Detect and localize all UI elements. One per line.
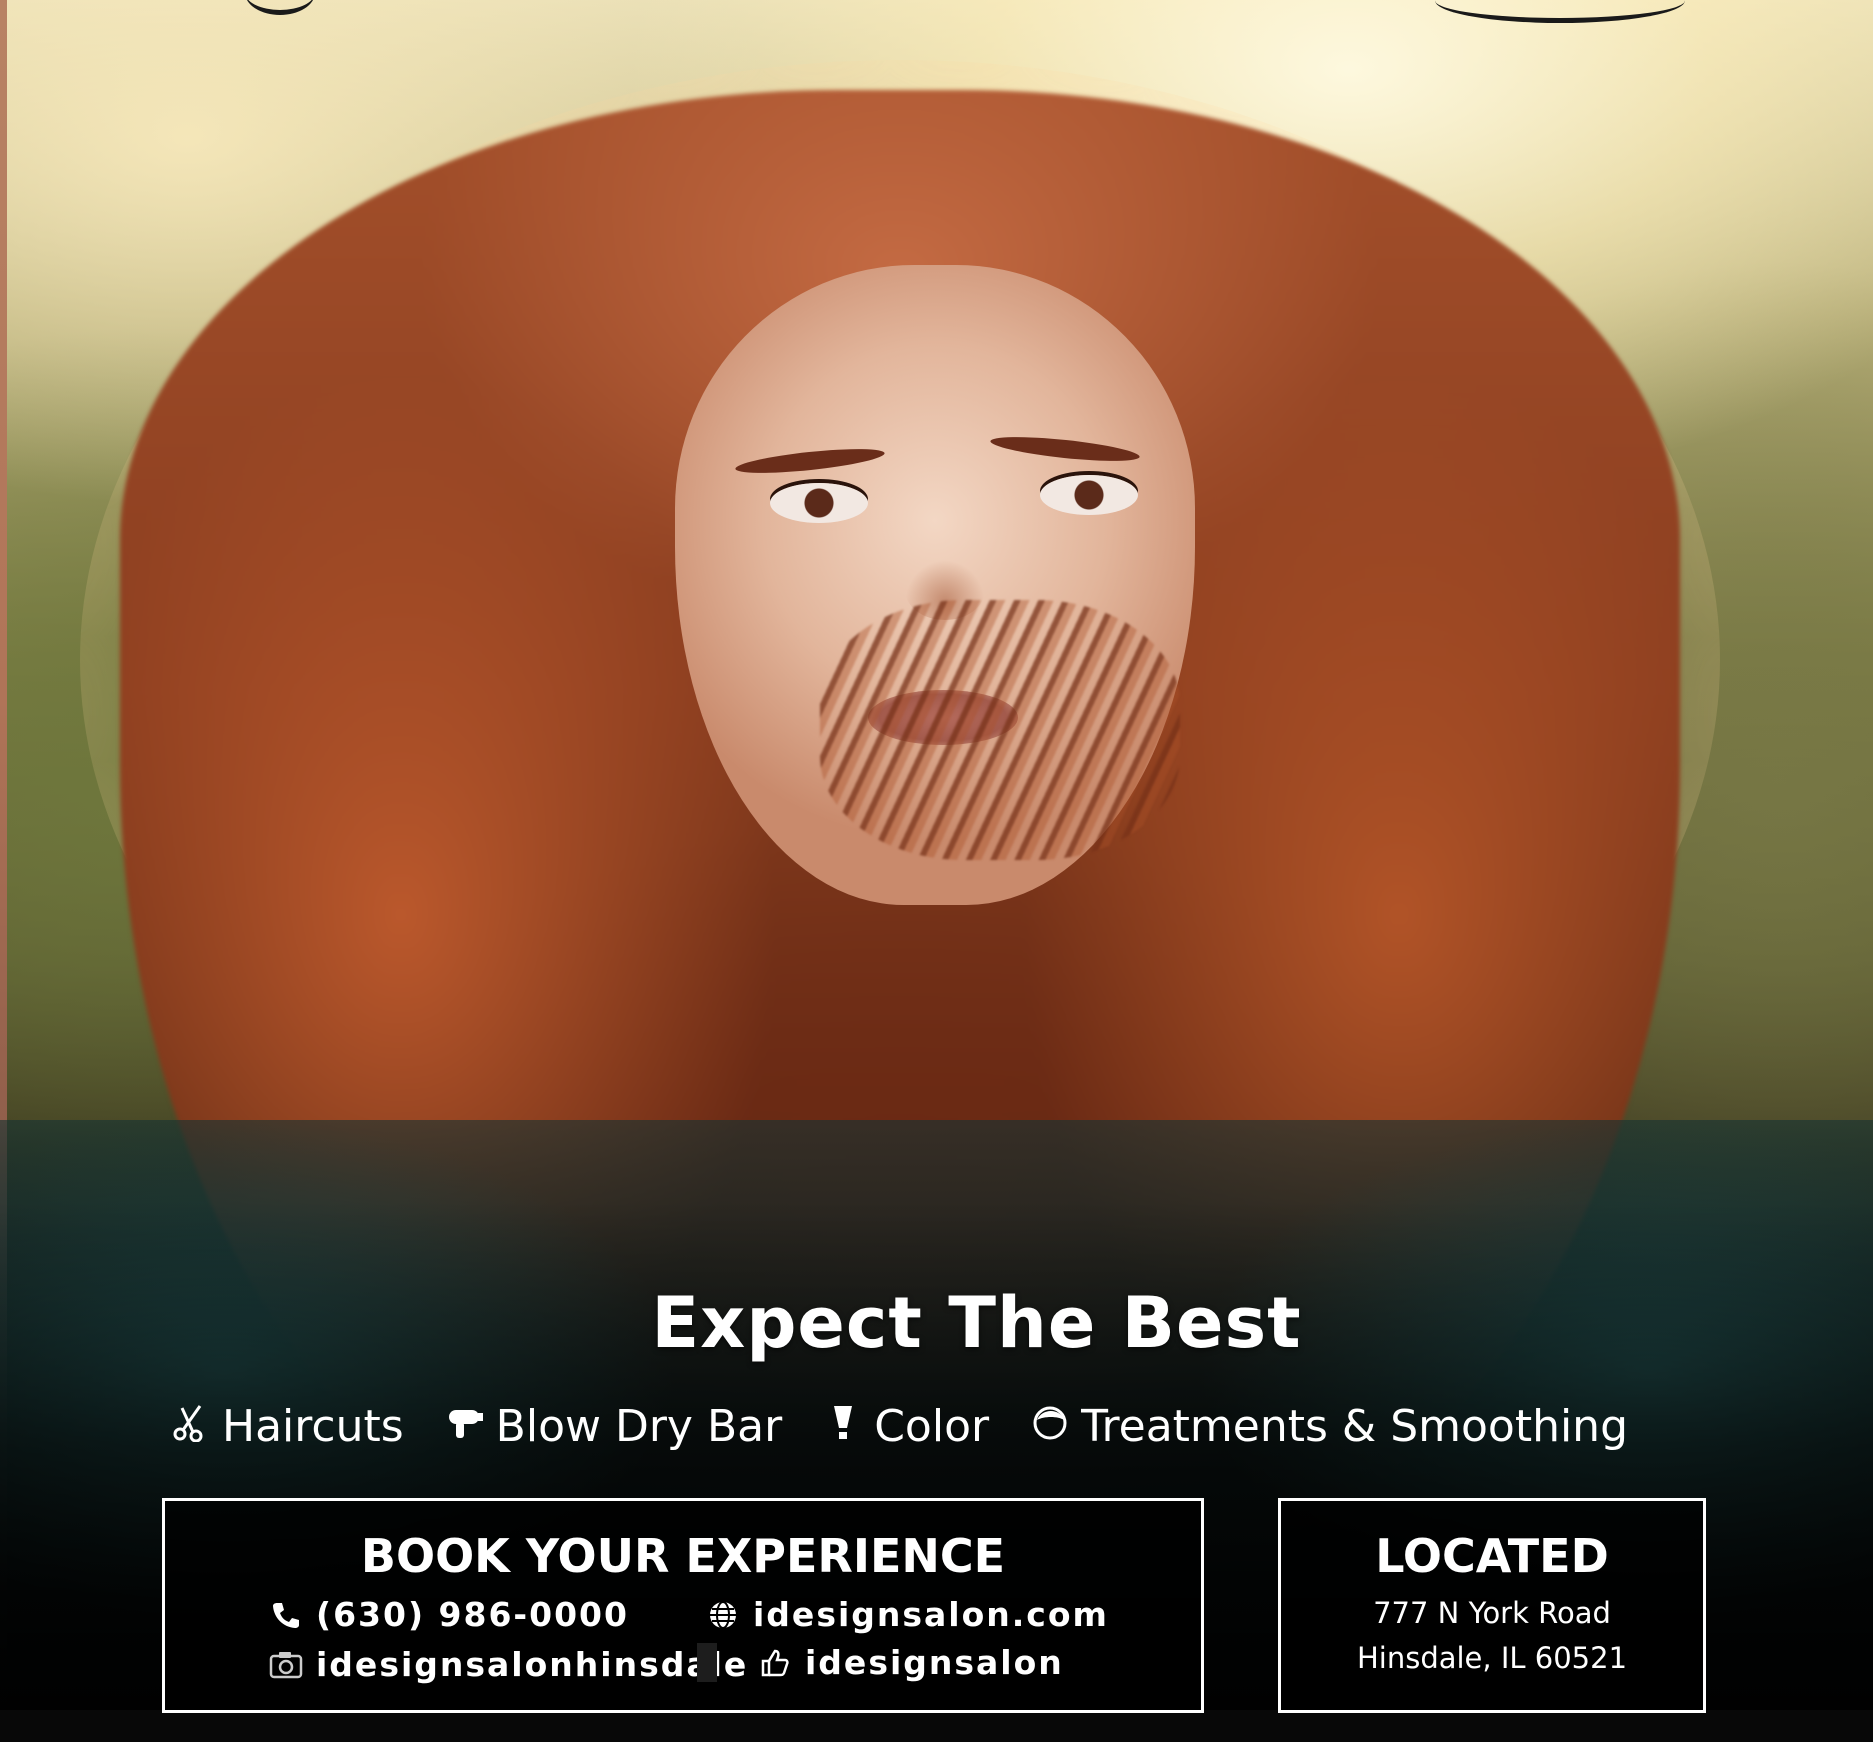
globe-icon [705,1597,741,1633]
address-line-1: 777 N York Road [1373,1596,1611,1630]
location-title: LOCATED [1375,1529,1609,1583]
service-color: Color [822,1401,989,1452]
service-treatments: Treatments & Smoothing [1029,1401,1628,1452]
website-link[interactable]: idesignsalon.com [705,1595,1109,1634]
address-line-2: Hinsdale, IL 60521 [1356,1641,1628,1675]
treatment-icon [1029,1402,1071,1451]
service-haircuts: Haircuts [170,1401,404,1452]
service-label: Color [874,1400,990,1452]
hair-dryer-icon [444,1402,486,1451]
right-eye [1040,475,1138,515]
instagram-link[interactable]: idesignsalonhinsdale [268,1645,748,1684]
book-title: BOOK YOUR EXPERIENCE [360,1529,1006,1583]
book-experience-box: BOOK YOUR EXPERIENCE (630) 986-0000 ides… [162,1498,1204,1713]
camera-icon [268,1647,304,1683]
salon-ad-page: Expect The Best Haircuts Blow Dry Bar Co… [0,0,1873,1742]
facebook-handle: idesignsalon [805,1643,1064,1682]
service-label: Treatments & Smoothing [1081,1400,1628,1452]
instagram-handle: idesignsalonhinsdale [316,1645,749,1684]
facebook-link[interactable]: idesignsalon [697,1643,1064,1682]
bottom-black-bar [0,1710,1873,1742]
website-url: idesignsalon.com [753,1595,1109,1634]
services-list: Haircuts Blow Dry Bar Color Treatments &… [170,1396,1730,1456]
scissors-icon [170,1402,212,1451]
location-box: LOCATED 777 N York Road Hinsdale, IL 605… [1278,1498,1706,1713]
phone-number: (630) 986-0000 [316,1595,629,1634]
headline: Expect The Best [651,1282,1302,1364]
service-label: Haircuts [222,1400,404,1452]
color-tube-icon [822,1402,864,1451]
service-blow-dry-bar: Blow Dry Bar [444,1400,783,1452]
phone-icon [268,1597,304,1633]
phone-link[interactable]: (630) 986-0000 [268,1595,629,1634]
left-eye [770,483,868,523]
thumbs-up-icon [757,1645,793,1681]
hair-strands-over-face [820,600,1180,860]
service-label: Blow Dry Bar [495,1400,783,1452]
